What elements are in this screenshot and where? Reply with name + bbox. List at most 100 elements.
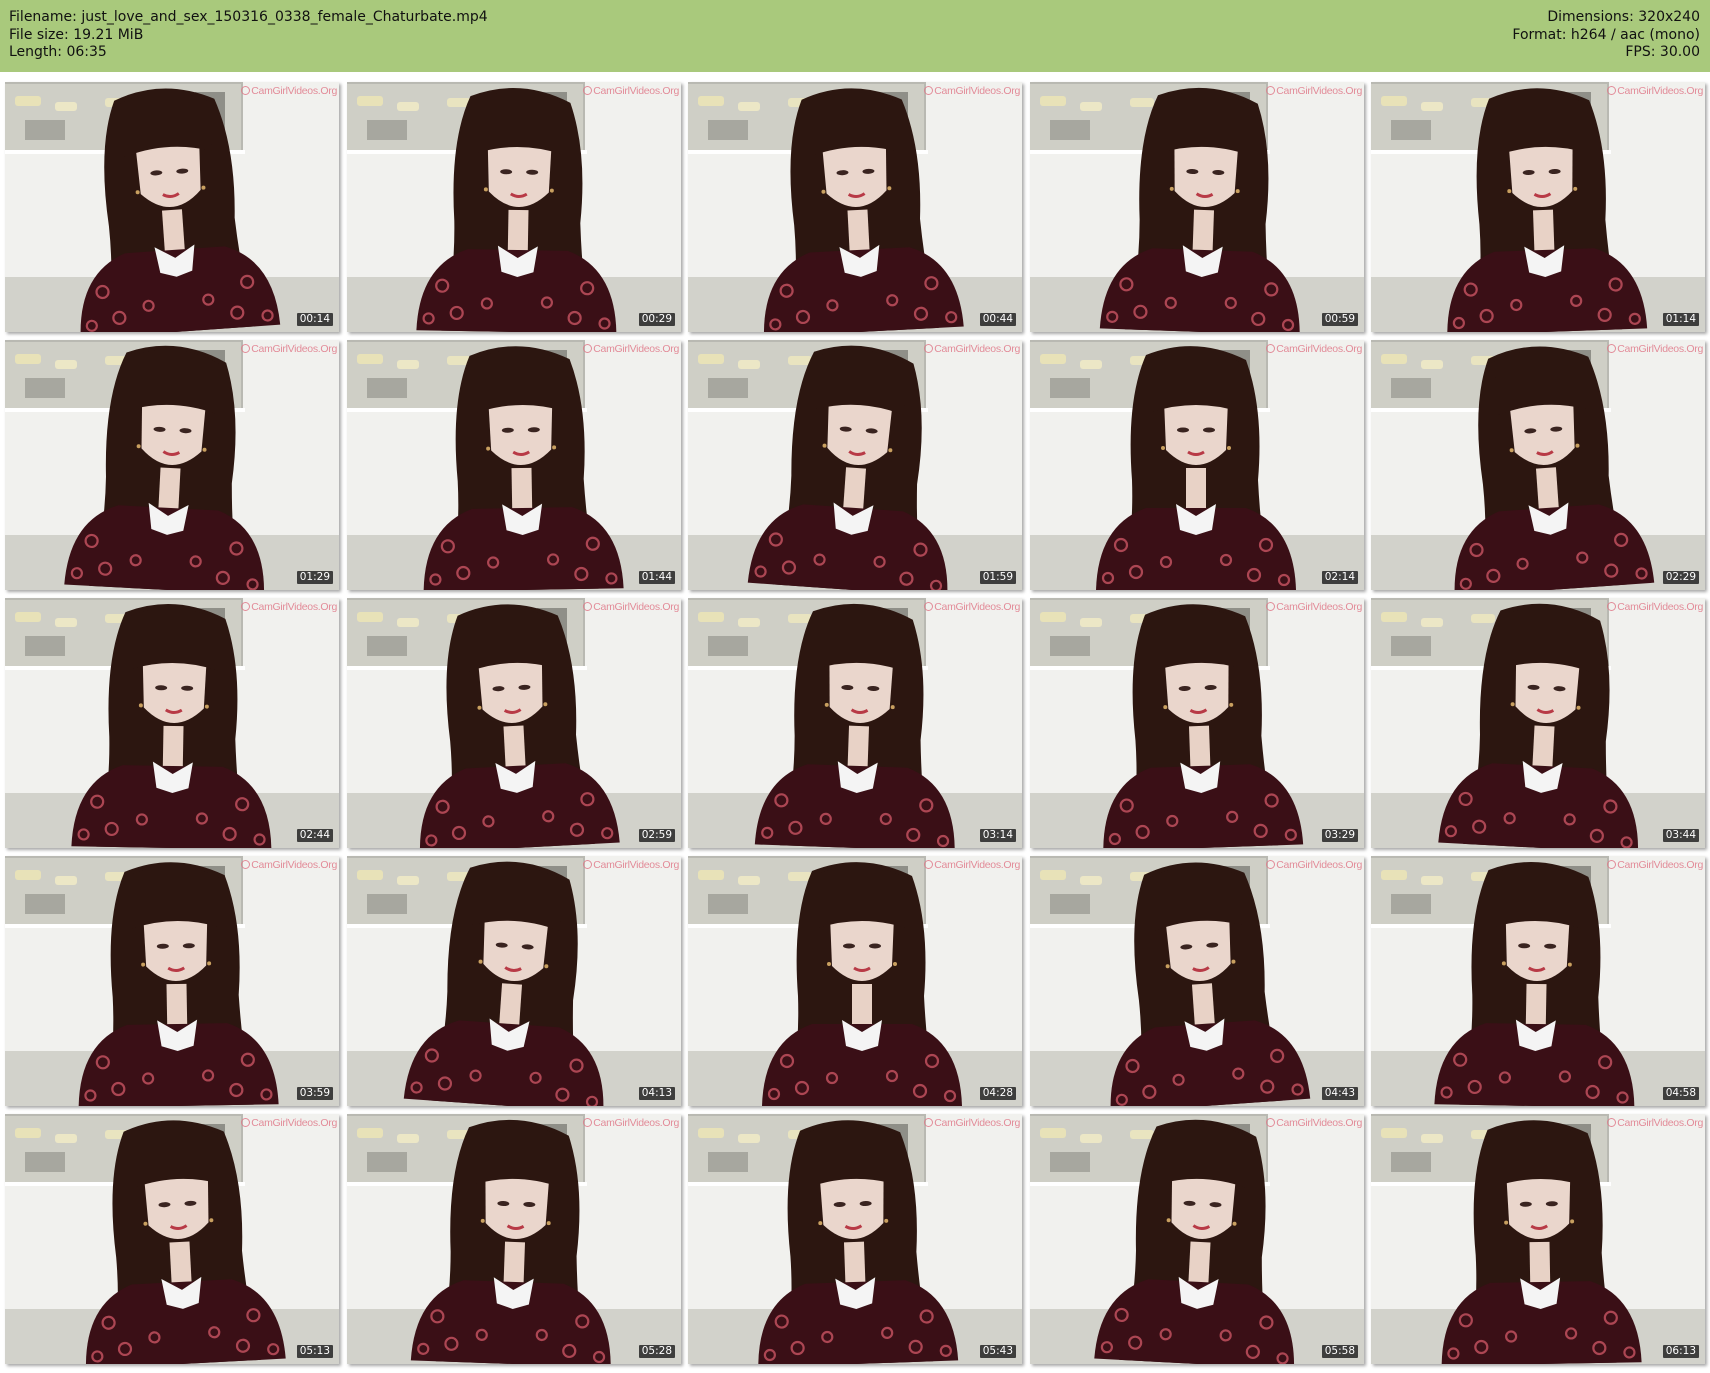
video-frame-image [347,340,681,590]
thumbnail[interactable]: CamGirlVideos.Org 05:28 [347,1114,681,1364]
thumbnail[interactable]: CamGirlVideos.Org 02:44 [5,598,339,848]
watermark: CamGirlVideos.Org [241,1117,337,1129]
watermark-logo-icon [1607,602,1617,611]
watermark-logo-icon [1607,1118,1617,1127]
filename-line: Filename: just_love_and_sex_150316_0338_… [9,9,488,27]
watermark: CamGirlVideos.Org [1266,85,1362,97]
thumbnail[interactable]: CamGirlVideos.Org 01:59 [688,340,1022,590]
thumbnail[interactable]: CamGirlVideos.Org 03:29 [1030,598,1364,848]
timestamp: 05:43 [979,1345,1016,1358]
dimensions-label: Dimensions: [1547,9,1634,25]
thumbnail[interactable]: CamGirlVideos.Org 00:44 [688,82,1022,332]
timestamp: 03:29 [1321,829,1358,842]
thumbnail[interactable]: CamGirlVideos.Org 03:59 [5,856,339,1106]
watermark: CamGirlVideos.Org [1266,601,1362,613]
watermark-logo-icon [583,86,593,95]
watermark-text: CamGirlVideos.Org [1276,601,1362,613]
timestamp: 04:43 [1321,1087,1358,1100]
thumbnail[interactable]: CamGirlVideos.Org 02:29 [1371,340,1705,590]
thumbnail[interactable]: CamGirlVideos.Org 04:58 [1371,856,1705,1106]
filesize-value: 19.21 MiB [73,26,144,43]
timestamp: 03:14 [979,829,1016,842]
watermark-text: CamGirlVideos.Org [1276,1117,1362,1129]
thumbnail[interactable]: CamGirlVideos.Org 05:43 [688,1114,1022,1364]
watermark-logo-icon [924,860,934,869]
thumbnail[interactable]: CamGirlVideos.Org 01:14 [1371,82,1705,332]
watermark: CamGirlVideos.Org [241,85,337,97]
video-frame-image [1030,1114,1364,1364]
timestamp: 04:28 [979,1087,1016,1100]
watermark: CamGirlVideos.Org [924,859,1020,871]
watermark-text: CamGirlVideos.Org [1617,859,1703,871]
length-value: 06:35 [66,44,107,60]
watermark: CamGirlVideos.Org [583,85,679,97]
watermark: CamGirlVideos.Org [241,601,337,613]
timestamp: 01:14 [1662,313,1699,326]
timestamp: 05:13 [296,1345,333,1358]
thumbnail[interactable]: CamGirlVideos.Org 01:44 [347,340,681,590]
watermark-text: CamGirlVideos.Org [251,85,337,97]
timestamp: 00:44 [979,313,1016,326]
filename-value: just_love_and_sex_150316_0338_female_Cha… [81,9,488,25]
video-frame-image [347,598,681,848]
timestamp: 05:28 [638,1345,675,1358]
thumbnail[interactable]: CamGirlVideos.Org 01:29 [5,340,339,590]
timestamp: 02:59 [638,829,675,842]
watermark-text: CamGirlVideos.Org [1276,343,1362,355]
watermark: CamGirlVideos.Org [241,343,337,355]
watermark-text: CamGirlVideos.Org [1617,1117,1703,1129]
thumbnail[interactable]: CamGirlVideos.Org 00:59 [1030,82,1364,332]
video-frame-image [688,340,1022,590]
watermark-logo-icon [1607,344,1617,353]
video-frame-image [347,1114,681,1364]
watermark: CamGirlVideos.Org [241,859,337,871]
video-frame-image [1371,856,1705,1106]
timestamp: 00:29 [638,313,675,326]
watermark-text: CamGirlVideos.Org [1276,859,1362,871]
thumbnail[interactable]: CamGirlVideos.Org 02:14 [1030,340,1364,590]
timestamp: 01:29 [296,571,333,584]
watermark-text: CamGirlVideos.Org [251,601,337,613]
watermark: CamGirlVideos.Org [1607,343,1703,355]
timestamp: 01:44 [638,571,675,584]
timestamp: 01:59 [979,571,1016,584]
thumbnail[interactable]: CamGirlVideos.Org 04:28 [688,856,1022,1106]
thumbnail[interactable]: CamGirlVideos.Org 03:14 [688,598,1022,848]
thumbnail[interactable]: CamGirlVideos.Org 06:13 [1371,1114,1705,1364]
watermark: CamGirlVideos.Org [924,85,1020,97]
watermark-logo-icon [1607,860,1617,869]
thumbnail[interactable]: CamGirlVideos.Org 04:43 [1030,856,1364,1106]
video-frame-image [1371,82,1705,332]
watermark-text: CamGirlVideos.Org [934,85,1020,97]
timestamp: 02:29 [1662,571,1699,584]
thumbnail[interactable]: CamGirlVideos.Org 00:29 [347,82,681,332]
timestamp: 04:13 [638,1087,675,1100]
watermark-text: CamGirlVideos.Org [593,343,679,355]
thumbnail[interactable]: CamGirlVideos.Org 00:14 [5,82,339,332]
watermark-text: CamGirlVideos.Org [934,601,1020,613]
watermark: CamGirlVideos.Org [1266,1117,1362,1129]
video-frame-image [1371,340,1705,590]
thumbnail[interactable]: CamGirlVideos.Org 02:59 [347,598,681,848]
watermark-text: CamGirlVideos.Org [1617,343,1703,355]
watermark-text: CamGirlVideos.Org [934,343,1020,355]
watermark-logo-icon [583,860,593,869]
thumbnail[interactable]: CamGirlVideos.Org 03:44 [1371,598,1705,848]
thumbnail[interactable]: CamGirlVideos.Org 05:13 [5,1114,339,1364]
thumbnail[interactable]: CamGirlVideos.Org 05:58 [1030,1114,1364,1364]
watermark: CamGirlVideos.Org [924,601,1020,613]
watermark-text: CamGirlVideos.Org [251,859,337,871]
watermark: CamGirlVideos.Org [583,343,679,355]
watermark: CamGirlVideos.Org [924,1117,1020,1129]
watermark-logo-icon [241,1118,251,1127]
thumbnail[interactable]: CamGirlVideos.Org 04:13 [347,856,681,1106]
watermark-logo-icon [241,344,251,353]
length-label: Length: [9,44,63,60]
watermark-logo-icon [924,344,934,353]
video-frame-image [347,856,681,1106]
timestamp: 05:58 [1321,1345,1358,1358]
video-frame-image [5,340,339,590]
watermark: CamGirlVideos.Org [583,601,679,613]
watermark-text: CamGirlVideos.Org [1617,601,1703,613]
timestamp: 02:44 [296,829,333,842]
